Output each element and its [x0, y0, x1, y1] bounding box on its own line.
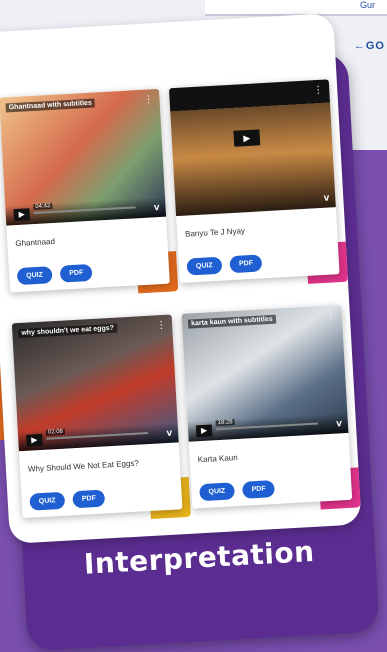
video-grid-card: Ghantnaad with subtitles ⋮ 04:42 ▶ v Gha… — [0, 13, 362, 544]
pdf-button[interactable]: PDF — [59, 263, 93, 283]
video-overlay-label: karta kaun with subtitles — [187, 314, 276, 329]
vimeo-icon[interactable]: v — [166, 428, 172, 439]
play-icon[interactable]: ▶ — [13, 208, 31, 222]
more-options-icon[interactable]: ⋮ — [313, 85, 324, 97]
more-options-icon[interactable]: ⋮ — [143, 94, 154, 106]
video-tile[interactable]: ⋮ ▶ v Banyu Te J Nyay QUIZ PDF — [168, 79, 349, 284]
quiz-button[interactable]: QUIZ — [199, 482, 235, 502]
more-options-icon[interactable]: ⋮ — [156, 320, 167, 332]
video-tile-panel: Ghantnaad with subtitles ⋮ 04:42 ▶ v Gha… — [0, 88, 170, 293]
pdf-button[interactable]: PDF — [72, 489, 106, 509]
quiz-button[interactable]: QUIZ — [29, 491, 65, 511]
video-time: 04:42 — [33, 203, 53, 211]
play-icon[interactable]: ▶ — [195, 424, 213, 438]
quiz-button[interactable]: QUIZ — [186, 256, 223, 276]
video-thumbnail[interactable]: ⋮ ▶ v — [168, 79, 336, 217]
video-tile[interactable]: why shouldn't we eat eggs? ⋮ 02:08 ▶ v W… — [11, 314, 191, 519]
play-icon[interactable]: ▶ — [26, 433, 43, 447]
more-options-icon[interactable]: ⋮ — [326, 310, 337, 322]
video-overlay-label: Ghantnaad with subtitles — [5, 98, 96, 113]
pdf-button[interactable]: PDF — [242, 480, 276, 499]
video-tile[interactable]: karta kaun with subtitles ⋮ 18:28 ▶ v Ka… — [181, 305, 361, 510]
vimeo-icon[interactable]: v — [336, 418, 342, 429]
video-thumbnail[interactable]: karta kaun with subtitles ⋮ 18:28 ▶ v — [181, 305, 349, 442]
video-overlay-label: why shouldn't we eat eggs? — [18, 323, 118, 339]
vimeo-icon[interactable]: v — [154, 202, 160, 213]
video-tile-panel: why shouldn't we eat eggs? ⋮ 02:08 ▶ v W… — [11, 314, 183, 519]
video-tile[interactable]: Ghantnaad with subtitles ⋮ 04:42 ▶ v Gha… — [0, 88, 179, 294]
interpretation-card: Interpretation Ghantnaad with subtitles … — [0, 12, 386, 652]
video-time: 18:28 — [215, 419, 235, 427]
vimeo-icon[interactable]: v — [323, 193, 329, 204]
back-link[interactable]: ←GO — [354, 40, 385, 52]
video-thumbnail[interactable]: why shouldn't we eat eggs? ⋮ 02:08 ▶ v — [11, 314, 179, 452]
pdf-button[interactable]: PDF — [229, 254, 263, 274]
video-thumbnail[interactable]: Ghantnaad with subtitles ⋮ 04:42 ▶ v — [0, 88, 167, 226]
video-time: 02:08 — [45, 428, 66, 436]
quiz-button[interactable]: QUIZ — [16, 266, 53, 286]
top-bar-text: Gur — [360, 0, 376, 10]
play-icon[interactable]: ▶ — [233, 129, 261, 147]
video-tile-panel: karta kaun with subtitles ⋮ 18:28 ▶ v Ka… — [181, 305, 353, 509]
video-tile-panel: ⋮ ▶ v Banyu Te J Nyay QUIZ PDF — [168, 79, 340, 284]
